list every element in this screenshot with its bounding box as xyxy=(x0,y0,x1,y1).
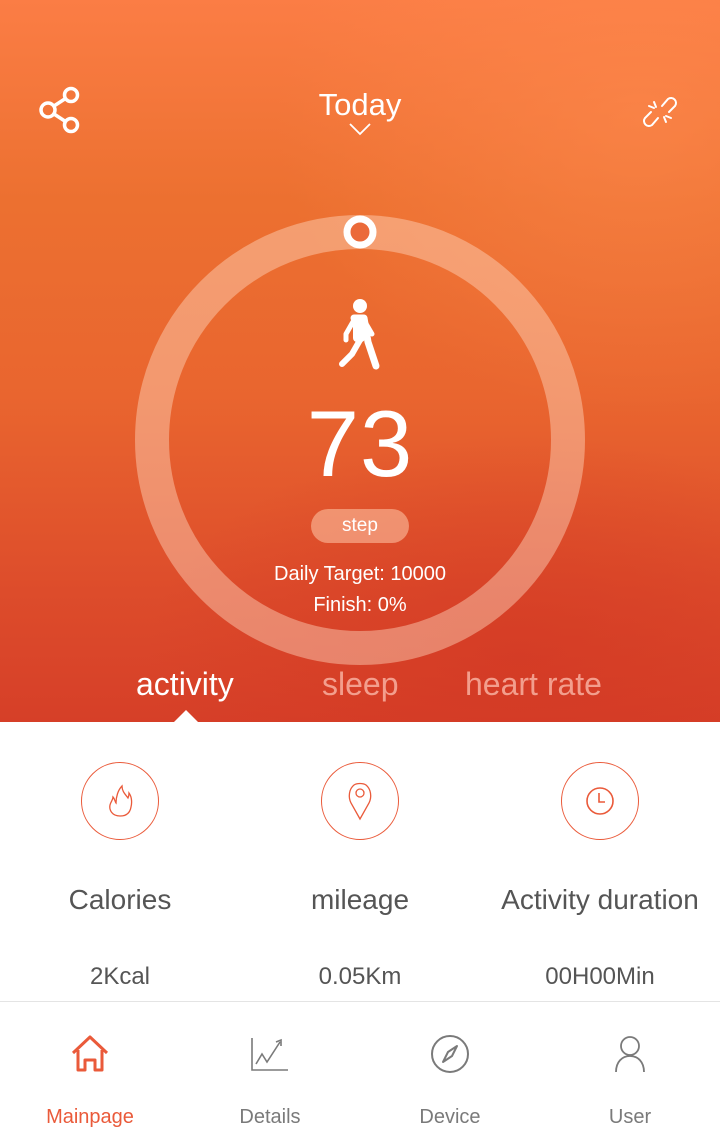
step-count: 73 xyxy=(306,391,414,496)
stat-icon-circle xyxy=(81,762,159,840)
date-label: Today xyxy=(318,87,402,122)
user-icon xyxy=(615,1036,645,1073)
device-link-button[interactable] xyxy=(632,84,688,140)
tab-heart-rate[interactable]: heart rate xyxy=(465,664,602,704)
stat-icon-circle xyxy=(321,762,399,840)
nav-label: Device xyxy=(419,1106,481,1128)
bottom-nav: Mainpage Details Device User xyxy=(0,1002,720,1134)
share-button[interactable] xyxy=(32,82,88,138)
flame-icon xyxy=(109,784,133,817)
nav-item-user[interactable]: User xyxy=(540,1002,720,1134)
hero-panel: Today 73 step Daily Target: 10000 Finish… xyxy=(0,0,720,722)
stat-calories: Calories 2Kcal xyxy=(0,722,240,1002)
stat-mileage: mileage 0.05Km xyxy=(240,722,480,1002)
active-tab-indicator xyxy=(174,710,198,722)
stat-label: mileage xyxy=(310,884,410,915)
walking-icon xyxy=(339,299,380,370)
daily-target: Daily Target: 10000 xyxy=(274,563,446,585)
compass-icon xyxy=(431,1035,469,1073)
stat-icon-circle xyxy=(561,762,639,840)
stat-value: 0.05Km xyxy=(318,963,402,990)
progress-ring-marker xyxy=(343,215,377,249)
nav-item-details[interactable]: Details xyxy=(180,1002,360,1134)
location-pin-icon xyxy=(348,782,372,821)
unlink-icon xyxy=(643,97,677,127)
activity-stats: Calories 2Kcal mileage 0.05Km Activity d… xyxy=(0,722,720,1002)
stat-value: 00H00Min xyxy=(545,963,655,990)
nav-item-device[interactable]: Device xyxy=(360,1002,540,1134)
metric-tabs: activity sleep heart rate xyxy=(0,660,720,722)
tab-activity[interactable]: activity xyxy=(136,664,234,704)
chevron-down-icon xyxy=(349,123,371,136)
date-picker[interactable]: Today xyxy=(260,86,460,146)
step-unit-badge: step xyxy=(311,509,409,543)
finish-percent: Finish: 0% xyxy=(313,594,407,616)
clock-icon xyxy=(586,787,614,815)
tab-sleep[interactable]: sleep xyxy=(322,664,399,704)
nav-label: Details xyxy=(239,1106,301,1128)
stat-label: Calories xyxy=(68,884,172,915)
nav-label: User xyxy=(608,1106,652,1128)
home-icon xyxy=(71,1035,109,1072)
share-icon xyxy=(39,86,80,134)
nav-item-mainpage[interactable]: Mainpage xyxy=(0,1002,180,1134)
stat-activity-duration: Activity duration 00H00Min xyxy=(480,722,720,1002)
chart-icon xyxy=(251,1038,288,1071)
stat-value: 2Kcal xyxy=(89,963,151,990)
stat-label: Activity duration xyxy=(501,884,699,915)
nav-label: Mainpage xyxy=(46,1106,134,1128)
